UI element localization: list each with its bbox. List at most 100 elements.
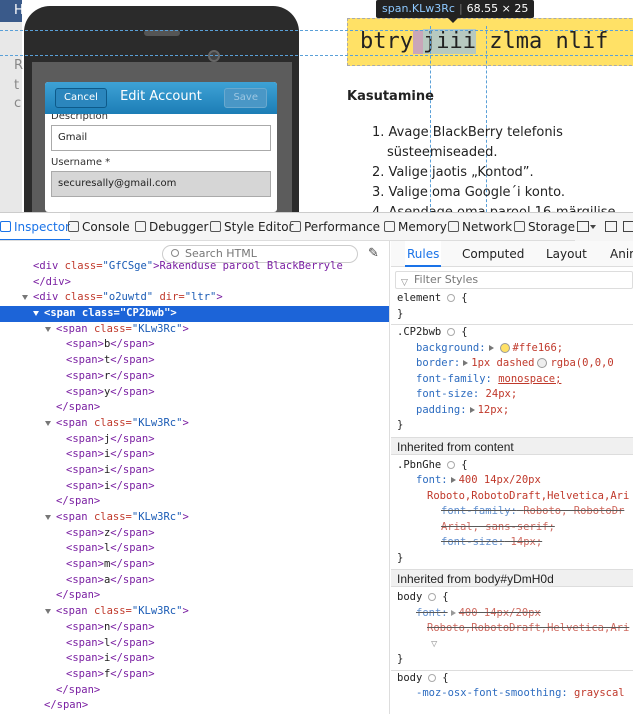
tag-text: </span> xyxy=(110,338,155,351)
expand-icon[interactable] xyxy=(469,406,475,413)
attr-value: "o2uwtd" xyxy=(102,291,154,304)
tab-style-editor[interactable]: Style Editor xyxy=(210,213,293,240)
tab-label: Performance xyxy=(304,220,381,234)
color-swatch-icon[interactable] xyxy=(537,358,548,368)
tree-row[interactable]: </span> xyxy=(0,683,389,699)
tree-row[interactable]: <span>n</span> xyxy=(0,620,389,636)
tab-network[interactable]: Network xyxy=(448,213,512,240)
tab-computed[interactable]: Computed xyxy=(462,241,524,267)
declaration[interactable]: font-size: 24px; xyxy=(391,387,633,403)
tree-row[interactable]: <span class="KLw3Rc"> xyxy=(0,510,389,526)
rules-sidebar: Rules Computed Layout Animations ▽ Filter… xyxy=(391,241,633,714)
tree-row[interactable]: <span>j</span> xyxy=(0,432,389,448)
rule-selector[interactable]: .CP2bwb { xyxy=(391,325,633,341)
twisty-icon[interactable] xyxy=(45,515,51,520)
tab-rules[interactable]: Rules xyxy=(405,241,442,267)
twisty-icon[interactable] xyxy=(45,326,51,332)
tree-row[interactable]: <span>l</span> xyxy=(0,636,389,652)
tree-row[interactable]: <span>r</span> xyxy=(0,369,389,385)
rule-selector[interactable]: body { xyxy=(391,590,633,606)
gear-icon[interactable] xyxy=(447,328,456,336)
twisty-icon[interactable] xyxy=(33,311,39,317)
tree-row[interactable]: <span>i</span> xyxy=(0,479,389,495)
tree-row[interactable]: </span> xyxy=(0,588,389,604)
tree-row[interactable]: <span>t</span> xyxy=(0,353,389,369)
tree-row[interactable]: <span class="KLw3Rc"> xyxy=(0,416,389,432)
tree-row-selected[interactable]: <span class="CP2bwb"> xyxy=(0,306,389,322)
tree-row[interactable]: <span>a</span> xyxy=(0,573,389,589)
rule-selector[interactable]: body { xyxy=(391,671,633,687)
color-swatch-icon[interactable] xyxy=(499,342,510,353)
tag-text: <span> xyxy=(66,463,104,476)
tab-label: Console xyxy=(82,220,130,234)
tree-row[interactable]: <span>z</span> xyxy=(0,526,389,542)
tag-text: <span> xyxy=(66,432,104,445)
gear-icon[interactable] xyxy=(447,460,456,469)
tree-row[interactable]: </span> xyxy=(0,698,389,714)
tree-row[interactable]: </div> xyxy=(0,275,389,291)
twisty-icon[interactable] xyxy=(45,420,51,426)
tree-row[interactable]: <div class="GfCSge">Rakenduse parool Bla… xyxy=(0,259,389,275)
gear-icon[interactable] xyxy=(428,593,437,601)
username-field[interactable]: securesally@gmail.com xyxy=(51,171,271,197)
gear-icon[interactable] xyxy=(447,294,456,302)
tree-row[interactable]: <span>i</span> xyxy=(0,651,389,667)
tab-storage[interactable]: Storage xyxy=(514,213,575,240)
tag-text: </span> xyxy=(110,354,155,367)
tree-row[interactable]: <span>i</span> xyxy=(0,463,389,479)
twisty-icon[interactable] xyxy=(45,609,51,615)
tab-layout[interactable]: Layout xyxy=(546,241,587,267)
expand-icon[interactable] xyxy=(463,360,469,366)
tree-row[interactable]: <span>i</span> xyxy=(0,447,389,463)
tree-row[interactable]: <span>l</span> xyxy=(0,541,389,557)
declaration[interactable]: font: 400 14px/20px xyxy=(391,473,633,489)
tag-text: <div xyxy=(33,291,65,304)
declaration[interactable]: -moz-osx-font-smoothing: grayscal xyxy=(391,686,633,702)
tab-memory[interactable]: Memory xyxy=(384,213,447,240)
tree-row[interactable]: <span>b</span> xyxy=(0,337,389,353)
tree-row[interactable]: <span>m</span> xyxy=(0,557,389,573)
tree-row[interactable]: <span>f</span> xyxy=(0,667,389,683)
twisty-icon[interactable] xyxy=(22,295,28,301)
tag-text: <span> xyxy=(66,573,104,586)
tab-debugger[interactable]: Debugger xyxy=(135,213,208,240)
dock-icon[interactable] xyxy=(577,221,589,232)
prop-name: font: xyxy=(416,606,448,619)
tree-row[interactable]: </span> xyxy=(0,494,389,510)
chevron-down-icon[interactable] xyxy=(590,225,596,229)
declaration[interactable]: border: 1px dashed rgba(0,0,0 xyxy=(391,356,633,372)
rule-selector[interactable]: .PbnGhe { xyxy=(391,458,633,474)
description-field[interactable]: Gmail xyxy=(51,125,271,151)
declaration[interactable]: background: #ffe166; xyxy=(391,341,633,357)
tab-console[interactable]: Console xyxy=(68,213,130,240)
overridden-declaration[interactable]: font: 400 14px/20px xyxy=(391,606,633,622)
prop-value: Roboto, RobotoDr xyxy=(523,505,625,517)
tree-row[interactable]: <span class="KLw3Rc"> xyxy=(0,322,389,338)
rule-close: } xyxy=(391,652,633,668)
brace: { xyxy=(461,458,468,471)
filter-styles-input[interactable]: ▽ Filter Styles xyxy=(395,271,633,289)
tree-row[interactable]: <div class="o2uwtd" dir="ltr"> xyxy=(0,290,389,306)
tab-animations[interactable]: Animations xyxy=(610,241,633,267)
filter-icon[interactable]: ▽ xyxy=(391,637,633,653)
tree-row[interactable]: </span> xyxy=(0,400,389,416)
declaration[interactable]: font-family: monospace; xyxy=(391,372,633,388)
tree-row[interactable]: <span>y</span> xyxy=(0,385,389,401)
tag-text: <span> xyxy=(66,448,104,461)
overridden-declaration[interactable]: font-size: 14px; xyxy=(391,535,633,551)
expand-icon[interactable] xyxy=(450,609,456,616)
declaration[interactable]: padding: 12px; xyxy=(391,403,633,419)
padding-overlay xyxy=(412,30,423,54)
overridden-declaration[interactable]: font-family: Roboto, RobotoDr xyxy=(391,504,633,520)
split-icon[interactable] xyxy=(605,221,617,232)
rule-selector[interactable]: element { xyxy=(391,291,633,307)
tree-row[interactable]: <span class="KLw3Rc"> xyxy=(0,604,389,620)
gear-icon[interactable] xyxy=(428,673,437,682)
tag-text: <span> xyxy=(66,479,104,492)
expand-icon[interactable] xyxy=(450,477,456,483)
save-button[interactable]: Save xyxy=(224,88,267,108)
tab-inspector[interactable]: Inspector xyxy=(0,213,70,240)
sidebar-toggle-icon[interactable] xyxy=(623,221,633,232)
expand-icon[interactable] xyxy=(488,344,494,351)
tab-performance[interactable]: Performance xyxy=(290,213,381,240)
